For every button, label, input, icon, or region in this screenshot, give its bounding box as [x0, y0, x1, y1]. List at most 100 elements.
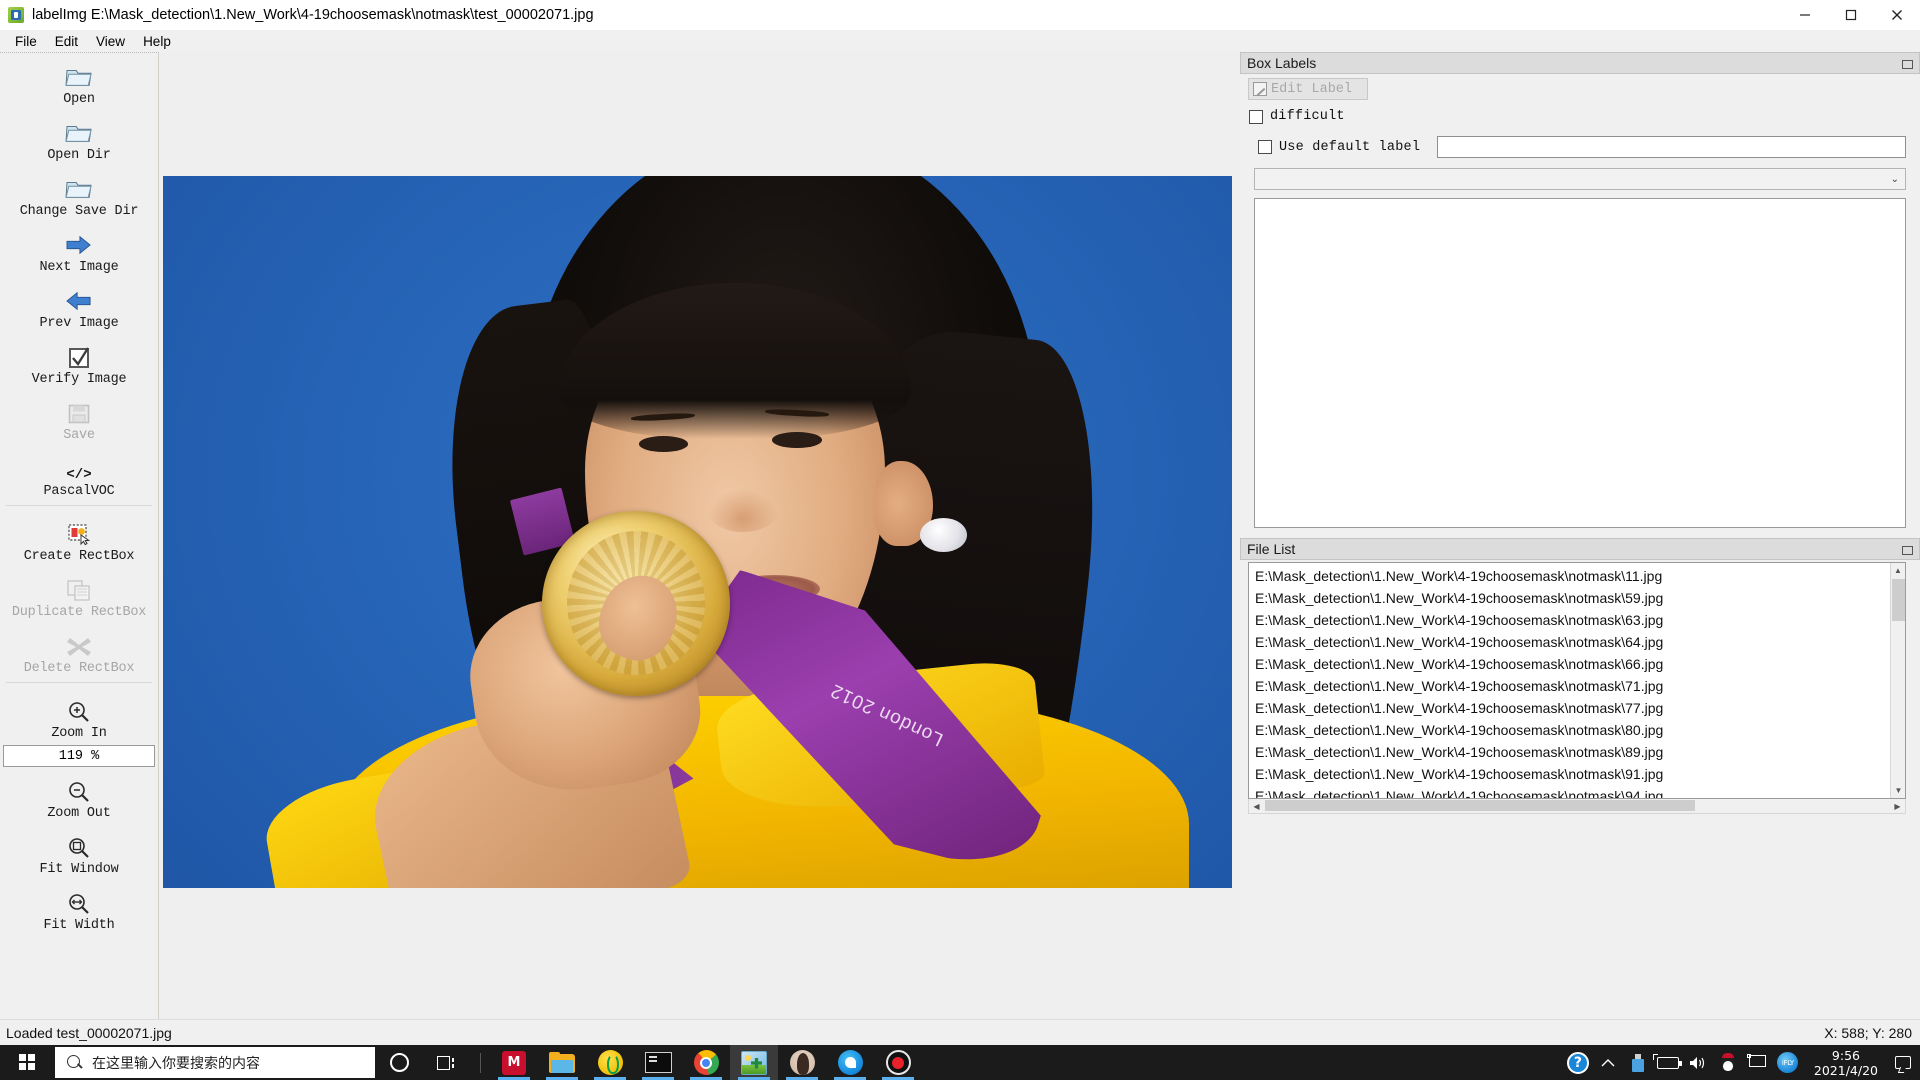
- list-item[interactable]: E:\Mask_detection\1.New_Work\4-19choosem…: [1249, 565, 1905, 587]
- clock-date: 2021/4/20: [1813, 1062, 1878, 1078]
- code-tags-icon: </>: [64, 451, 94, 481]
- taskbar-labelimg-button[interactable]: [730, 1045, 778, 1080]
- label-combo-select[interactable]: ⌄: [1254, 168, 1906, 190]
- default-label-input[interactable]: [1437, 136, 1906, 158]
- toolbar-prev-image[interactable]: Prev Image: [0, 277, 158, 333]
- difficult-checkbox-row[interactable]: difficult: [1240, 109, 1920, 124]
- toolbar-verify-image[interactable]: Verify Image: [0, 333, 158, 389]
- zoom-level-input[interactable]: 119 %: [3, 745, 155, 767]
- menu-bar: File Edit View Help: [0, 30, 1920, 52]
- file-list-vertical-scrollbar[interactable]: ▲ ▼: [1890, 563, 1905, 798]
- taskbar-avatar-button[interactable]: [778, 1045, 826, 1080]
- menu-view[interactable]: View: [87, 32, 134, 51]
- usb-icon: [1630, 1053, 1646, 1072]
- toolbar-change-save-dir-label: Change Save Dir: [19, 204, 139, 219]
- image-nose: [708, 489, 778, 532]
- image-canvas[interactable]: London 2012: [160, 52, 1240, 1019]
- tray-battery-button[interactable]: [1652, 1045, 1682, 1080]
- create-rect-icon: [68, 516, 90, 546]
- taskbar-task-view-button[interactable]: [423, 1045, 471, 1080]
- taskbar-app-icons: M: [375, 1045, 922, 1080]
- scroll-down-arrow-icon[interactable]: ▼: [1891, 783, 1905, 798]
- notification-center-button[interactable]: [1890, 1045, 1916, 1080]
- list-item[interactable]: E:\Mask_detection\1.New_Work\4-19choosem…: [1249, 609, 1905, 631]
- start-button[interactable]: [0, 1045, 54, 1080]
- taskbar-cortana-button[interactable]: [375, 1045, 423, 1080]
- toolbar-prev-image-label: Prev Image: [39, 316, 119, 331]
- list-item[interactable]: E:\Mask_detection\1.New_Work\4-19choosem…: [1249, 741, 1905, 763]
- menu-help[interactable]: Help: [134, 32, 180, 51]
- list-item[interactable]: E:\Mask_detection\1.New_Work\4-19choosem…: [1249, 697, 1905, 719]
- edit-label-button-text: Edit Label: [1271, 81, 1353, 97]
- scroll-left-arrow-icon[interactable]: ◀: [1249, 799, 1264, 813]
- taskbar-screen-record-button[interactable]: [874, 1045, 922, 1080]
- screen-record-icon: [885, 1050, 911, 1075]
- float-panel-icon[interactable]: [1901, 543, 1913, 555]
- maximize-button[interactable]: [1828, 0, 1874, 30]
- arrow-left-icon: [65, 283, 93, 313]
- vertical-scroll-thumb[interactable]: [1892, 579, 1905, 621]
- minimize-button[interactable]: [1782, 0, 1828, 30]
- use-default-label-checkbox[interactable]: [1258, 140, 1272, 154]
- toolbar-save[interactable]: Save: [0, 389, 158, 445]
- right-dock: Box Labels Edit Label difficult Use defa…: [1240, 52, 1920, 1019]
- menu-file[interactable]: File: [6, 32, 46, 51]
- toolbar-duplicate-rectbox[interactable]: Duplicate RectBox: [0, 566, 158, 622]
- list-item[interactable]: E:\Mask_detection\1.New_Work\4-19choosem…: [1249, 587, 1905, 609]
- float-panel-icon[interactable]: [1901, 57, 1913, 69]
- tray-volume-button[interactable]: [1684, 1045, 1712, 1080]
- taskbar-meitu-button[interactable]: M: [490, 1045, 538, 1080]
- toolbar-next-image-label: Next Image: [39, 260, 119, 275]
- file-list-horizontal-scrollbar[interactable]: ◀ ▶: [1248, 799, 1906, 814]
- tray-ifly-button[interactable]: iFLY: [1774, 1045, 1802, 1080]
- list-item[interactable]: E:\Mask_detection\1.New_Work\4-19choosem…: [1249, 719, 1905, 741]
- toolbar-zoom-in[interactable]: Zoom In: [0, 687, 158, 743]
- tray-expand-button[interactable]: [1594, 1045, 1622, 1080]
- tray-monitor-button[interactable]: [1744, 1045, 1772, 1080]
- list-item[interactable]: E:\Mask_detection\1.New_Work\4-19choosem…: [1249, 653, 1905, 675]
- taskbar-search-box[interactable]: 在这里输入你要搜索的内容: [55, 1047, 375, 1078]
- qq-browser-icon: [837, 1050, 863, 1075]
- taskbar-file-explorer-button[interactable]: [538, 1045, 586, 1080]
- list-item[interactable]: E:\Mask_detection\1.New_Work\4-19choosem…: [1249, 763, 1905, 785]
- toolbar-open-dir[interactable]: Open Dir: [0, 109, 158, 165]
- toolbar-fit-width[interactable]: Fit Width: [0, 879, 158, 935]
- list-item[interactable]: E:\Mask_detection\1.New_Work\4-19choosem…: [1249, 631, 1905, 653]
- toolbar-pascalvoc[interactable]: </> PascalVOC: [0, 445, 158, 501]
- edit-label-button[interactable]: Edit Label: [1248, 78, 1368, 100]
- toolbar-zoom-out[interactable]: Zoom Out: [0, 767, 158, 823]
- box-labels-list[interactable]: [1254, 198, 1906, 528]
- annotated-image[interactable]: London 2012: [163, 176, 1232, 888]
- horizontal-scroll-thumb[interactable]: [1265, 800, 1695, 811]
- scroll-right-arrow-icon[interactable]: ▶: [1890, 799, 1905, 813]
- toolbar-delete-rectbox[interactable]: Delete RectBox: [0, 622, 158, 678]
- window-controls: [1782, 0, 1920, 30]
- cortana-icon: [389, 1053, 409, 1072]
- menu-edit[interactable]: Edit: [46, 32, 87, 51]
- file-list-panel: File List E:\Mask_detection\1.New_Work\4…: [1240, 538, 1920, 814]
- toolbar-open[interactable]: Open: [0, 53, 158, 109]
- toolbar-divider: [6, 505, 152, 506]
- difficult-checkbox[interactable]: [1249, 109, 1263, 124]
- tray-help-button[interactable]: ?: [1564, 1045, 1592, 1080]
- avatar-icon: [789, 1050, 815, 1075]
- open-folder-icon: [65, 115, 93, 145]
- taskbar-chrome-button[interactable]: [682, 1045, 730, 1080]
- taskbar-qq-browser-button[interactable]: [826, 1045, 874, 1080]
- toolbar-create-rectbox[interactable]: Create RectBox: [0, 510, 158, 566]
- taskbar-clock[interactable]: 9:56 2021/4/20: [1804, 1048, 1888, 1078]
- list-item[interactable]: E:\Mask_detection\1.New_Work\4-19choosem…: [1249, 675, 1905, 697]
- file-list-box[interactable]: E:\Mask_detection\1.New_Work\4-19choosem…: [1248, 562, 1906, 799]
- tray-qq-button[interactable]: [1714, 1045, 1742, 1080]
- toolbar-change-save-dir[interactable]: Change Save Dir: [0, 165, 158, 221]
- close-button[interactable]: [1874, 0, 1920, 30]
- toolbar-fit-window[interactable]: Fit Window: [0, 823, 158, 879]
- toolbar-next-image[interactable]: Next Image: [0, 221, 158, 277]
- taskbar-terminal-button[interactable]: [634, 1045, 682, 1080]
- duplicate-rect-icon: [67, 572, 91, 602]
- monitor-icon: [1747, 1054, 1768, 1071]
- tray-usb-button[interactable]: [1624, 1045, 1652, 1080]
- scroll-up-arrow-icon[interactable]: ▲: [1891, 563, 1905, 578]
- taskbar-netease-music-button[interactable]: [586, 1045, 634, 1080]
- list-item[interactable]: E:\Mask_detection\1.New_Work\4-19choosem…: [1249, 785, 1905, 798]
